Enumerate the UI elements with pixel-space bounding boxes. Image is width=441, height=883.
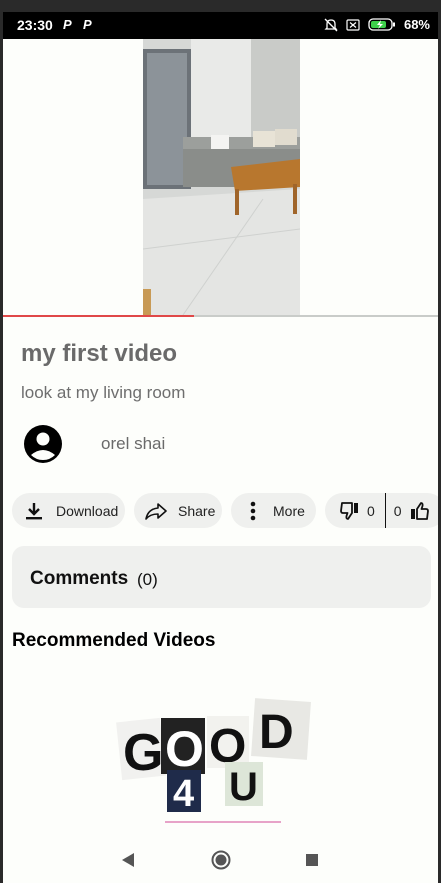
share-label: Share — [178, 502, 216, 519]
notification-p-icon: P — [63, 17, 72, 32]
download-icon — [24, 501, 44, 521]
author-row[interactable]: orel shai — [23, 424, 165, 464]
bell-muted-icon — [324, 18, 338, 32]
thumb-down-icon[interactable] — [339, 501, 361, 520]
like-count: 0 — [393, 502, 402, 519]
thumbnail-letter: D — [259, 706, 294, 759]
video-title: my first video — [21, 340, 178, 367]
recommended-title: Recommended Videos — [12, 630, 216, 651]
notification-p-icon: P — [83, 17, 92, 32]
thumbnail-letter: U — [229, 765, 258, 809]
more-vert-icon — [245, 501, 261, 521]
recents-icon[interactable] — [305, 853, 319, 872]
video-progress-fill — [3, 315, 195, 317]
back-icon[interactable] — [121, 852, 135, 873]
share-icon — [144, 502, 168, 520]
thumbnail-letter: O — [165, 721, 204, 777]
like-dislike-group: 0 0 — [325, 493, 438, 528]
more-label: More — [273, 502, 305, 519]
download-label: Download — [56, 502, 119, 519]
status-bar: 23:30 P P 68% — [3, 12, 438, 39]
download-button[interactable]: Download — [12, 493, 125, 528]
account-circle-icon[interactable] — [23, 424, 63, 464]
status-time: 23:30 — [17, 17, 53, 33]
share-button[interactable]: Share — [134, 493, 222, 528]
app-screen: 23:30 P P 68% my first video look at my … — [3, 12, 438, 883]
battery-charging-icon — [368, 18, 396, 31]
video-frame — [143, 39, 300, 315]
comments-count: (0) — [137, 570, 158, 589]
comments-section[interactable]: Comments (0) — [12, 546, 431, 608]
thumb-up-icon[interactable] — [408, 501, 430, 520]
video-player[interactable] — [3, 39, 438, 315]
recommended-video-thumbnail[interactable]: G O O D 4 U — [113, 682, 313, 827]
more-button[interactable]: More — [231, 493, 316, 528]
dislike-count: 0 — [367, 502, 375, 519]
like-divider — [384, 493, 386, 528]
system-navigation-bar — [3, 842, 438, 883]
comments-label: Comments — [30, 568, 129, 589]
sim-off-icon — [346, 18, 360, 31]
home-icon[interactable] — [211, 850, 231, 875]
author-name[interactable]: orel shai — [101, 434, 165, 454]
battery-percent: 68% — [403, 17, 430, 32]
thumbnail-letter: 4 — [173, 773, 194, 815]
video-description: look at my living room — [21, 383, 186, 402]
thumbnail-letter: G — [123, 724, 163, 782]
